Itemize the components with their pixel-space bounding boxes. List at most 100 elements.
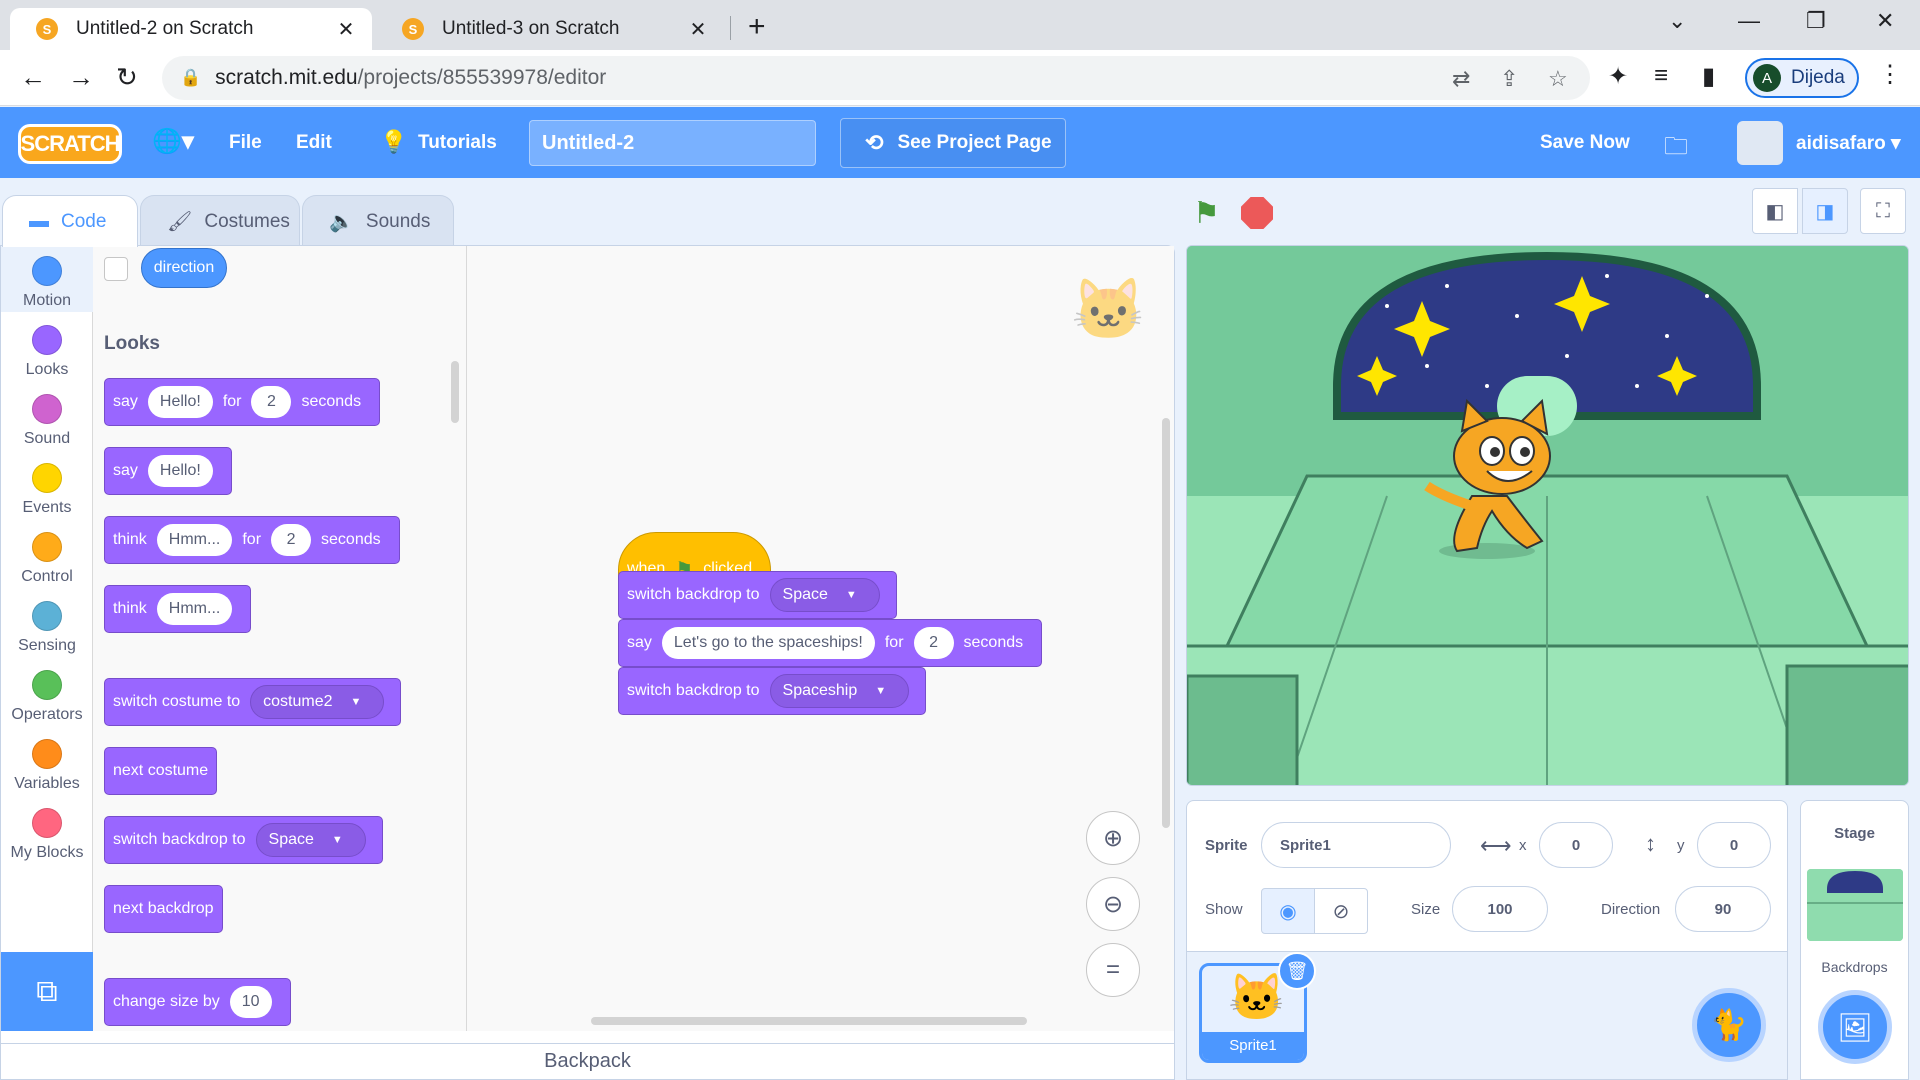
switch-backdrop-block[interactable]: switch backdrop to Spaceship ▼ [618,667,927,715]
costume-dropdown[interactable]: costume2 ▼ [250,685,385,719]
tab-search-icon[interactable]: ⌄ [1668,8,1686,34]
message-input[interactable]: Hmm... [156,524,233,556]
profile-button[interactable]: A Dijeda [1745,58,1859,98]
translate-icon[interactable]: ⇄ [1452,66,1470,92]
zoom-in-button[interactable]: ⊕ [1086,811,1140,865]
backpack-bar[interactable]: Backpack [0,1043,1175,1080]
think-for-block[interactable]: think Hmm... for 2 seconds [104,516,400,564]
category-variables[interactable]: Variables [1,739,93,793]
y-input[interactable]: 0 [1697,822,1771,868]
save-now-button[interactable]: Save Now [1540,132,1630,154]
large-stage-button[interactable]: ◨ [1802,188,1848,234]
say-for-block[interactable]: say Hello! for 2 seconds [104,378,381,426]
extensions-icon[interactable]: ✦ [1608,62,1628,91]
category-sensing[interactable]: Sensing [1,601,93,655]
new-tab-icon[interactable]: + [748,10,766,44]
category-operators[interactable]: Operators [1,670,93,724]
change-size-block[interactable]: change size by 10 [104,978,291,1026]
category-events[interactable]: Events [1,463,93,517]
zoom-reset-button[interactable]: = [1086,943,1140,997]
reload-icon[interactable]: ↻ [116,62,138,93]
restore-icon[interactable]: ❐ [1806,8,1826,34]
canvas-horizontal-scrollbar[interactable] [591,1017,1027,1025]
block-text: switch backdrop to [627,682,760,699]
browser-menu-icon[interactable]: ⋮ [1878,60,1902,89]
browser-tab-active[interactable]: S Untitled-2 on Scratch ✕ [10,8,372,50]
add-extension-button[interactable]: ⧉ [1,952,93,1031]
small-stage-button[interactable]: ◧ [1752,188,1798,234]
seconds-input[interactable]: 2 [913,627,954,659]
green-flag-button[interactable]: ⚑ [1193,196,1220,231]
language-globe-icon[interactable]: 🌐▾ [152,127,194,156]
category-looks[interactable]: Looks [1,325,93,379]
message-input[interactable]: Hello! [147,455,213,487]
size-change-input[interactable]: 10 [229,986,272,1018]
direction-reporter-block[interactable]: direction [141,248,227,288]
forward-icon[interactable]: → [68,62,94,93]
edit-menu[interactable]: Edit [296,132,332,154]
delete-sprite-button[interactable]: 🗑 [1278,952,1316,990]
message-input[interactable]: Let's go to the spaceships! [661,627,875,659]
next-backdrop-block[interactable]: next backdrop [104,885,223,933]
message-input[interactable]: Hmm... [156,593,233,625]
category-motion[interactable]: Motion [1,246,93,312]
sensing-dot-icon [32,601,62,631]
file-menu[interactable]: File [229,132,262,154]
next-costume-block[interactable]: next costume [104,747,218,795]
switch-backdrop-block[interactable]: switch backdrop to Space ▼ [618,571,897,619]
backdrop-dropdown[interactable]: Spaceship ▼ [769,674,910,708]
my-stuff-folder-icon[interactable]: 🗀 [1664,129,1688,170]
bookmark-star-icon[interactable]: ☆ [1548,66,1568,92]
browser-tab[interactable]: S Untitled-3 on Scratch ✕ [376,8,724,50]
sprite-tile-name: Sprite1 [1202,1032,1304,1060]
switch-backdrop-block[interactable]: switch backdrop to Space ▼ [104,816,383,864]
show-sprite-button[interactable]: ◉ [1261,888,1315,934]
size-input[interactable]: 100 [1452,886,1548,932]
stage[interactable] [1186,245,1909,786]
fullscreen-button[interactable]: ⛶ [1860,188,1906,234]
close-tab-icon[interactable]: ✕ [684,17,712,42]
switch-costume-block[interactable]: switch costume to costume2 ▼ [104,678,402,726]
stop-button[interactable] [1241,197,1273,229]
backdrop-dropdown[interactable]: Space ▼ [769,578,880,612]
share-icon[interactable]: ⇪ [1500,66,1518,92]
say-for-block[interactable]: say Let's go to the spaceships! for 2 se… [618,619,1043,667]
user-avatar[interactable] [1737,121,1783,165]
close-window-icon[interactable]: ✕ [1876,8,1894,34]
palette-scrollbar[interactable] [451,361,459,423]
close-tab-icon[interactable]: ✕ [332,17,360,42]
address-bar[interactable]: 🔒 scratch.mit.edu /projects/855539978/ed… [162,56,1590,100]
block-text: switch costume to [113,693,241,710]
direction-checkbox[interactable] [104,257,128,281]
message-input[interactable]: Hello! [147,386,213,418]
tab-sounds[interactable]: 🔈 Sounds [302,195,454,247]
canvas-vertical-scrollbar[interactable] [1162,418,1170,828]
x-input[interactable]: 0 [1539,822,1613,868]
tab-costumes[interactable]: 🖌 Costumes [140,195,300,247]
see-project-page-button[interactable]: ⟲ See Project Page [840,118,1066,168]
category-sound[interactable]: Sound [1,394,93,448]
y-label: y [1677,837,1685,854]
choose-backdrop-button[interactable]: 🖼 [1818,990,1892,1064]
zoom-out-button[interactable]: ⊖ [1086,877,1140,931]
backdrop-dropdown[interactable]: Space ▼ [255,823,366,857]
hide-sprite-button[interactable]: ⊘ [1314,888,1368,934]
think-block[interactable]: think Hmm... [104,585,252,633]
direction-input[interactable]: 90 [1675,886,1771,932]
side-panel-icon[interactable]: ▮ [1702,62,1715,91]
category-my-blocks[interactable]: My Blocks [1,808,93,862]
account-menu[interactable]: aidisafaro ▾ [1796,132,1901,155]
choose-sprite-button[interactable]: 🐈 [1692,988,1766,1062]
media-control-icon[interactable]: ≡ [1654,62,1668,90]
sprite-name-input[interactable]: Sprite1 [1261,822,1451,868]
category-control[interactable]: Control [1,532,93,586]
minimize-icon[interactable]: — [1738,8,1760,34]
scratch-logo[interactable]: SCRATCH [18,124,122,164]
tab-code[interactable]: ▬ Code [2,195,138,247]
say-block[interactable]: say Hello! [104,447,232,495]
seconds-input[interactable]: 2 [251,386,292,418]
tutorials-button[interactable]: Tutorials [418,132,497,154]
project-title-input[interactable]: Untitled-2 [529,120,816,166]
seconds-input[interactable]: 2 [271,524,312,556]
back-icon[interactable]: ← [20,62,46,93]
